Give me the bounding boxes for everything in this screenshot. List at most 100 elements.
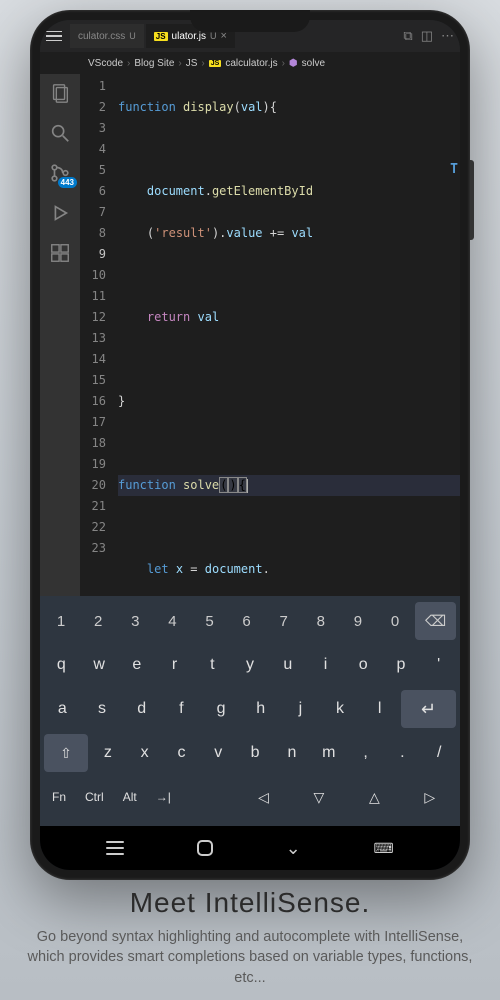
- key-f[interactable]: f: [163, 690, 200, 728]
- key-comma[interactable]: ,: [349, 734, 383, 772]
- title-actions: ⧉ ◫ ⋯: [403, 28, 454, 44]
- symbol-icon: ⬢: [289, 58, 298, 69]
- key-quote[interactable]: ': [421, 646, 456, 684]
- key-x[interactable]: x: [128, 734, 162, 772]
- compare-icon[interactable]: ⧉: [403, 28, 412, 44]
- kb-row-2: a s d f g h j k l ↵: [44, 690, 456, 728]
- crumb: VScode: [88, 58, 123, 69]
- js-icon: JS: [209, 60, 222, 67]
- key-j[interactable]: j: [282, 690, 319, 728]
- nav-home[interactable]: [197, 840, 213, 856]
- tab-status: U: [210, 31, 217, 41]
- key-period[interactable]: .: [385, 734, 419, 772]
- js-icon: JS: [154, 32, 168, 41]
- key-2[interactable]: 2: [81, 602, 115, 640]
- code-content[interactable]: function display(val){ document.getEleme…: [118, 74, 460, 596]
- tab-label: culator.css: [78, 31, 125, 42]
- key-space[interactable]: [182, 778, 234, 816]
- key-l[interactable]: l: [361, 690, 398, 728]
- marketing-title: Meet IntelliSense.: [20, 887, 480, 919]
- kb-row-3: ⇧ z x c v b n m , . /: [44, 734, 456, 772]
- search-icon[interactable]: [49, 122, 71, 144]
- explorer-icon[interactable]: [49, 82, 71, 104]
- key-m[interactable]: m: [312, 734, 346, 772]
- phone-frame: culator.css U JS ulator.js U × ⧉ ◫ ⋯: [30, 10, 470, 880]
- kb-row-4: Fn Ctrl Alt →| ◁ ▽ △ ▷: [44, 778, 456, 816]
- key-b[interactable]: b: [238, 734, 272, 772]
- nav-recent[interactable]: [106, 841, 124, 855]
- android-navbar: ⌄ ⌨: [40, 826, 460, 870]
- key-enter[interactable]: ↵: [401, 690, 456, 728]
- key-z[interactable]: z: [91, 734, 125, 772]
- key-left[interactable]: ◁: [237, 778, 289, 816]
- key-8[interactable]: 8: [304, 602, 338, 640]
- split-icon[interactable]: ◫: [421, 28, 433, 44]
- extensions-icon[interactable]: [49, 242, 71, 264]
- key-r[interactable]: r: [157, 646, 192, 684]
- key-tab[interactable]: →|: [148, 778, 179, 816]
- key-up[interactable]: △: [348, 778, 400, 816]
- key-9[interactable]: 9: [341, 602, 375, 640]
- key-p[interactable]: p: [384, 646, 419, 684]
- key-alt[interactable]: Alt: [115, 778, 145, 816]
- key-k[interactable]: k: [322, 690, 359, 728]
- tab-css[interactable]: culator.css U: [70, 24, 144, 48]
- marketing-copy: Meet IntelliSense. Go beyond syntax high…: [0, 887, 500, 988]
- run-debug-icon[interactable]: [49, 202, 71, 224]
- key-1[interactable]: 1: [44, 602, 78, 640]
- kb-number-row: 1 2 3 4 5 6 7 8 9 0 ⌫: [44, 602, 456, 640]
- phone-notch: [190, 10, 310, 32]
- key-6[interactable]: 6: [230, 602, 264, 640]
- key-right[interactable]: ▷: [404, 778, 456, 816]
- nav-keyboard-icon[interactable]: ⌨: [373, 840, 393, 857]
- menu-icon[interactable]: [46, 31, 62, 42]
- more-icon[interactable]: ⋯: [441, 28, 454, 44]
- key-i[interactable]: i: [308, 646, 343, 684]
- tab-status: U: [129, 31, 136, 41]
- key-o[interactable]: o: [346, 646, 381, 684]
- editor-area: 443 T 123 456 789 101112: [40, 74, 460, 596]
- phone-screen: culator.css U JS ulator.js U × ⧉ ◫ ⋯: [40, 20, 460, 870]
- key-5[interactable]: 5: [192, 602, 226, 640]
- key-0[interactable]: 0: [378, 602, 412, 640]
- key-ctrl[interactable]: Ctrl: [77, 778, 112, 816]
- key-n[interactable]: n: [275, 734, 309, 772]
- key-u[interactable]: u: [270, 646, 305, 684]
- crumb: Blog Site: [134, 58, 174, 69]
- crumb: calculator.js: [225, 58, 277, 69]
- key-s[interactable]: s: [84, 690, 121, 728]
- key-q[interactable]: q: [44, 646, 79, 684]
- code-editor[interactable]: T 123 456 789 101112 131415 161718 19202…: [80, 74, 460, 596]
- vscode-app: culator.css U JS ulator.js U × ⧉ ◫ ⋯: [40, 20, 460, 596]
- scm-badge: 443: [58, 177, 77, 188]
- key-fn[interactable]: Fn: [44, 778, 74, 816]
- kb-row-1: q w e r t y u i o p ': [44, 646, 456, 684]
- key-a[interactable]: a: [44, 690, 81, 728]
- key-t[interactable]: t: [195, 646, 230, 684]
- key-d[interactable]: d: [123, 690, 160, 728]
- key-backspace[interactable]: ⌫: [415, 602, 456, 640]
- source-control-icon[interactable]: 443: [49, 162, 71, 184]
- file-icon-t: T: [450, 162, 458, 177]
- key-e[interactable]: e: [119, 646, 154, 684]
- key-v[interactable]: v: [201, 734, 235, 772]
- crumb: JS: [186, 58, 198, 69]
- key-4[interactable]: 4: [155, 602, 189, 640]
- key-down[interactable]: ▽: [293, 778, 345, 816]
- key-slash[interactable]: /: [422, 734, 456, 772]
- nav-back[interactable]: ⌄: [286, 838, 301, 859]
- crumb: solve: [302, 58, 325, 69]
- key-c[interactable]: c: [165, 734, 199, 772]
- key-g[interactable]: g: [203, 690, 240, 728]
- marketing-body: Go beyond syntax highlighting and autoco…: [20, 927, 480, 988]
- key-7[interactable]: 7: [267, 602, 301, 640]
- key-3[interactable]: 3: [118, 602, 152, 640]
- key-y[interactable]: y: [233, 646, 268, 684]
- key-shift[interactable]: ⇧: [44, 734, 88, 772]
- key-h[interactable]: h: [242, 690, 279, 728]
- activity-bar: 443: [40, 74, 80, 596]
- soft-keyboard: 1 2 3 4 5 6 7 8 9 0 ⌫ q w e r t y u i: [40, 596, 460, 826]
- breadcrumb[interactable]: VScode› Blog Site› JS› JS calculator.js›…: [40, 52, 460, 74]
- key-w[interactable]: w: [82, 646, 117, 684]
- line-gutter: 123 456 789 101112 131415 161718 192021 …: [80, 74, 118, 596]
